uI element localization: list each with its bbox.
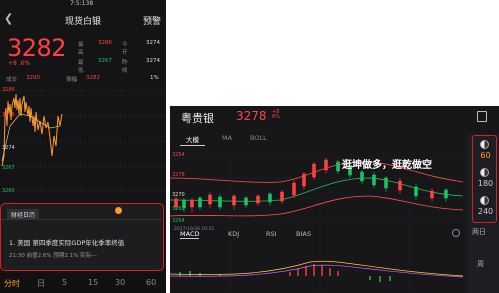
y-tick: 3254 bbox=[172, 218, 185, 224]
tab-bias[interactable]: BIAS bbox=[296, 230, 311, 238]
tab-period[interactable]: 分时 bbox=[4, 278, 20, 289]
period-two-day[interactable]: 两日 bbox=[472, 227, 486, 237]
menu-icon[interactable] bbox=[477, 111, 487, 122]
quote-label: 最低 bbox=[78, 60, 84, 74]
price-change: +8 .6% bbox=[8, 60, 31, 67]
quote-label: 昨收 bbox=[122, 60, 128, 74]
quote-value: 3274 bbox=[146, 40, 160, 46]
quote-value: 3274 bbox=[146, 58, 160, 64]
y-tick: 3274 bbox=[2, 145, 15, 151]
amp-label: 振幅 bbox=[66, 77, 78, 83]
y-tick: 3262 bbox=[172, 206, 185, 212]
amp-pct: 1% bbox=[150, 75, 159, 81]
divider bbox=[1, 219, 162, 220]
period-selector-highlight: 60 180 240 bbox=[472, 135, 497, 223]
warn-button[interactable]: 预警 bbox=[143, 14, 161, 27]
tab-boll[interactable]: BOLL bbox=[250, 134, 267, 142]
quote-value: 3286 bbox=[98, 40, 112, 46]
amp-value: 3282 bbox=[86, 75, 100, 81]
finance-calendar-panel[interactable]: 财经日历 1. 美国 第四季度实际GDP年化季率终值 21:30 前值2.6% … bbox=[0, 203, 164, 271]
right-header: 粤贵银 3278 +8 6% bbox=[170, 106, 499, 130]
right-tablet-screen: 粤贵银 3278 +8 6% 大模 MA BOLL 3254 3278 3270… bbox=[170, 106, 499, 293]
y-tick: 3286 bbox=[2, 87, 15, 93]
price-change-bottom: 6% bbox=[272, 114, 280, 120]
page-title: 现货白银 bbox=[64, 17, 101, 27]
left-phone-screen: 7:5:138 ❮ 现货白银 预警 3282 +8 .6% 最高 3286 今开… bbox=[0, 0, 166, 293]
tab-rsi[interactable]: RSI bbox=[266, 230, 277, 238]
left-header: ❮ 现货白银 预警 bbox=[0, 9, 166, 29]
volume-value: 3290 bbox=[26, 75, 40, 81]
y-tick: 3254 bbox=[172, 152, 185, 158]
tab-main[interactable]: 大模 bbox=[180, 134, 205, 146]
price-change: +8 6% bbox=[272, 110, 280, 120]
tab-period[interactable]: 5 bbox=[62, 278, 67, 287]
tab-kdj[interactable]: KDJ bbox=[228, 230, 239, 238]
quote-label: 最高 bbox=[78, 42, 84, 56]
period-week[interactable]: 周 bbox=[477, 259, 484, 269]
y-tick: 3278 bbox=[172, 172, 185, 178]
y-tick: 3270 bbox=[172, 192, 185, 198]
status-time: 7:5:138 bbox=[70, 0, 94, 7]
yin-yang-icon bbox=[480, 196, 489, 205]
settings-icon[interactable] bbox=[452, 229, 460, 237]
volume-row: 成交 3290 振幅 3282 1% bbox=[0, 75, 166, 85]
tab-period[interactable]: 60 bbox=[146, 278, 156, 287]
status-bar: 7:5:138 bbox=[0, 0, 166, 8]
notification-dot-icon bbox=[115, 207, 122, 214]
tab-period[interactable]: 30 bbox=[115, 278, 125, 287]
tab-period[interactable]: 日 bbox=[37, 278, 45, 289]
y-tick: 3260 bbox=[2, 188, 15, 194]
yin-yang-icon bbox=[480, 140, 489, 149]
volume-label: 成交 bbox=[6, 77, 18, 83]
page-title: 粤贵银 bbox=[181, 112, 214, 125]
y-tick: 3278 bbox=[2, 112, 15, 118]
strategy-annotation: 逛坤做多，逛乾做空 bbox=[342, 160, 432, 171]
quote-label: 今开 bbox=[122, 42, 128, 56]
calendar-event-meta: 21:30 前值2.6% 预期2.1% 实际--- bbox=[9, 253, 97, 259]
period-tabs: 分时 日 5 15 30 60 bbox=[0, 273, 166, 293]
calendar-event[interactable]: 1. 美国 第四季度实际GDP年化季率终值 bbox=[9, 237, 124, 247]
tab-macd[interactable]: MACD bbox=[180, 230, 200, 239]
current-price: 3278 bbox=[236, 109, 267, 123]
period-240[interactable]: 240 bbox=[473, 207, 498, 216]
tab-period[interactable]: 15 bbox=[88, 278, 98, 287]
quote-value: 3267 bbox=[98, 58, 112, 64]
tab-ma[interactable]: MA bbox=[222, 134, 232, 142]
period-180[interactable]: 180 bbox=[473, 179, 498, 188]
y-tick: 3267 bbox=[2, 165, 15, 171]
current-price: 3282 bbox=[7, 34, 67, 62]
period-60[interactable]: 60 bbox=[473, 151, 498, 160]
yin-yang-icon bbox=[480, 168, 489, 177]
intraday-chart[interactable] bbox=[0, 86, 166, 198]
